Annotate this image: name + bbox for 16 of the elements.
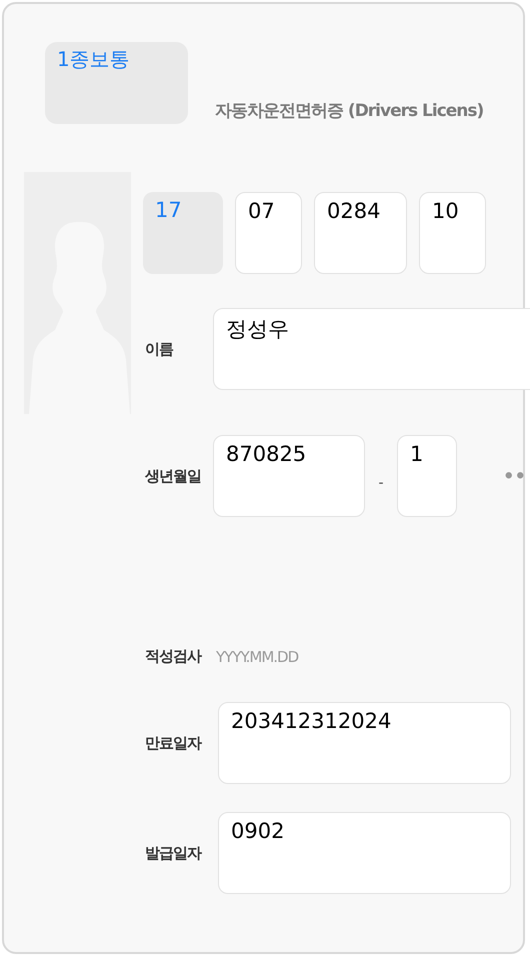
issue-date-field[interactable]: 0902	[218, 812, 511, 894]
field-label: 이름	[144, 340, 174, 358]
number-field[interactable]: 0284	[314, 192, 407, 274]
number-field[interactable]: 10	[419, 192, 486, 274]
field-label: 생년월일	[144, 466, 202, 486]
number-field[interactable]: 07	[235, 192, 302, 274]
birth-date-field[interactable]: 870825	[213, 435, 365, 517]
field-label: 만료일자	[144, 734, 202, 752]
name-field[interactable]: 정성우	[213, 308, 530, 390]
field-label: 발급일자	[144, 844, 202, 862]
gender-digit-field[interactable]: 1	[397, 435, 457, 517]
card-title: 자동차운전면허증 (Drivers Licens)	[215, 100, 484, 122]
masked-digits: ••	[503, 466, 526, 486]
field-label: 적성검사	[144, 647, 202, 666]
separator: -	[377, 475, 385, 491]
expiry-date-field[interactable]: 203412312024	[218, 702, 511, 784]
